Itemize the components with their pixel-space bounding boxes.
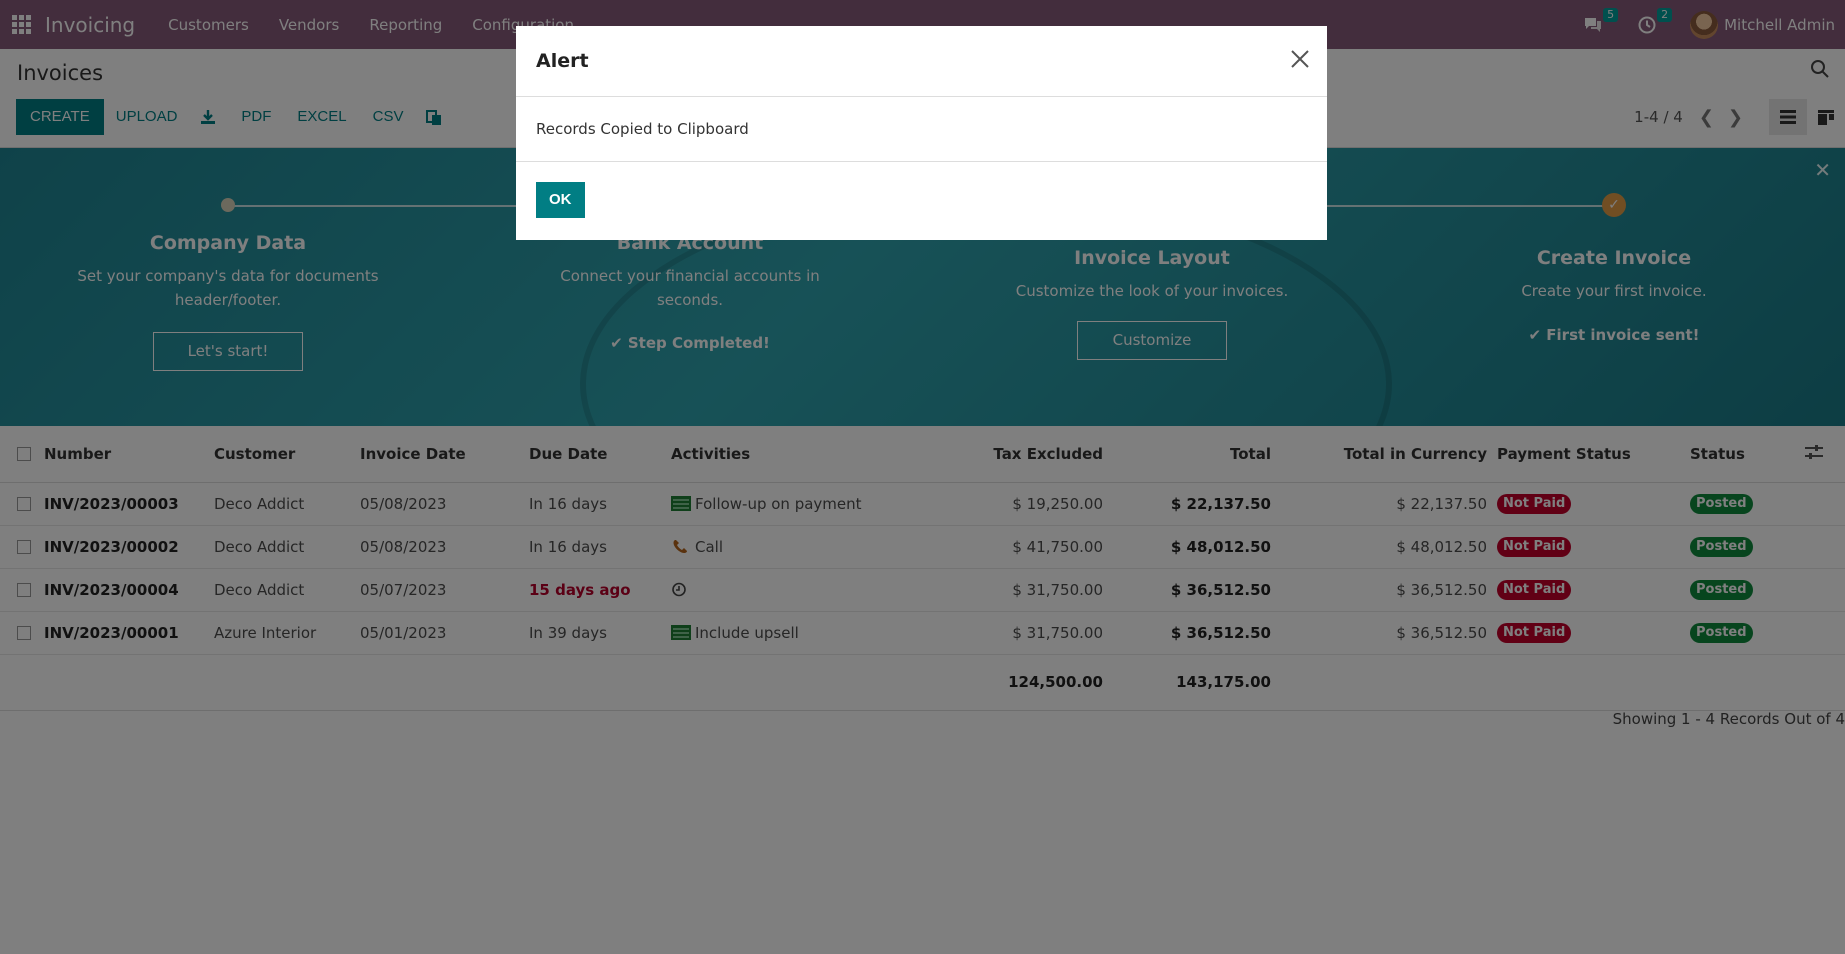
alert-dialog: Alert Records Copied to Clipboard OK bbox=[516, 26, 1327, 240]
dialog-title: Alert bbox=[536, 50, 589, 72]
close-icon[interactable] bbox=[1289, 48, 1311, 70]
dialog-header: Alert bbox=[516, 26, 1327, 97]
dialog-footer: OK bbox=[516, 162, 1327, 240]
dialog-message: Records Copied to Clipboard bbox=[536, 120, 749, 138]
ok-button[interactable]: OK bbox=[536, 182, 585, 218]
dialog-body: Records Copied to Clipboard bbox=[516, 97, 1327, 162]
